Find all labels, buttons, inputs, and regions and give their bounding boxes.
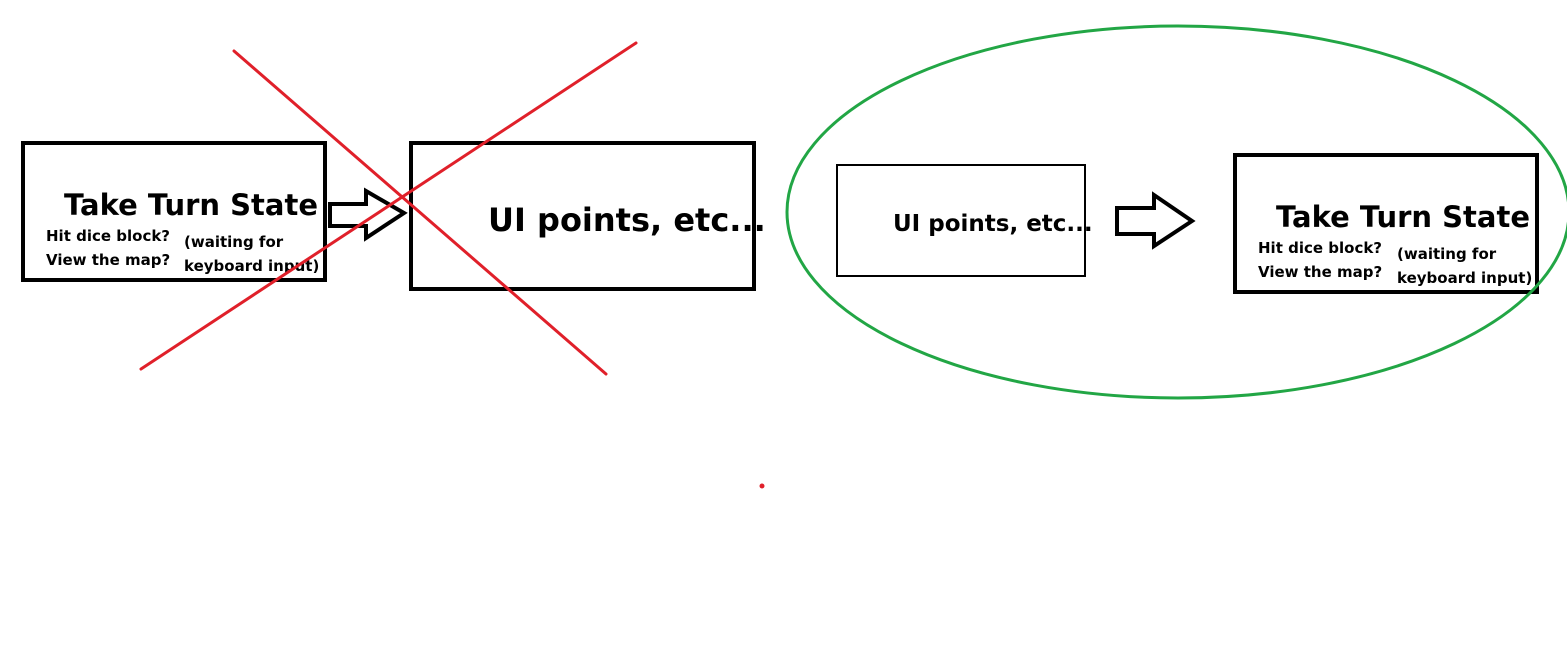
rejected-ui-points-label: UI points, etc... xyxy=(488,201,766,239)
rejected-state-note-line1: (waiting for xyxy=(184,233,284,251)
rejected-state-title: Take Turn State xyxy=(64,188,319,222)
approved-state-option-map: View the map? xyxy=(1258,265,1383,280)
approved-state-note-line1: (waiting for xyxy=(1397,245,1497,263)
rejected-state-option-map: View the map? xyxy=(46,251,171,269)
right-arrow-icon xyxy=(1115,191,1196,250)
rejected-state-option-dice: Hit dice block? xyxy=(46,227,171,245)
right-arrow-icon xyxy=(328,187,408,242)
approved-state-title: Take Turn State xyxy=(1276,200,1531,234)
approved-state-option-dice: Hit dice block? xyxy=(1258,239,1383,257)
approved-ui-points-label: UI points, etc... xyxy=(893,211,1093,237)
approved-state-note-line2: keyboard input) xyxy=(1397,269,1533,287)
red-dot-mark xyxy=(759,483,765,489)
rejected-state-note-line2: keyboard input) xyxy=(184,259,320,275)
diagram-overlay xyxy=(139,24,1567,489)
